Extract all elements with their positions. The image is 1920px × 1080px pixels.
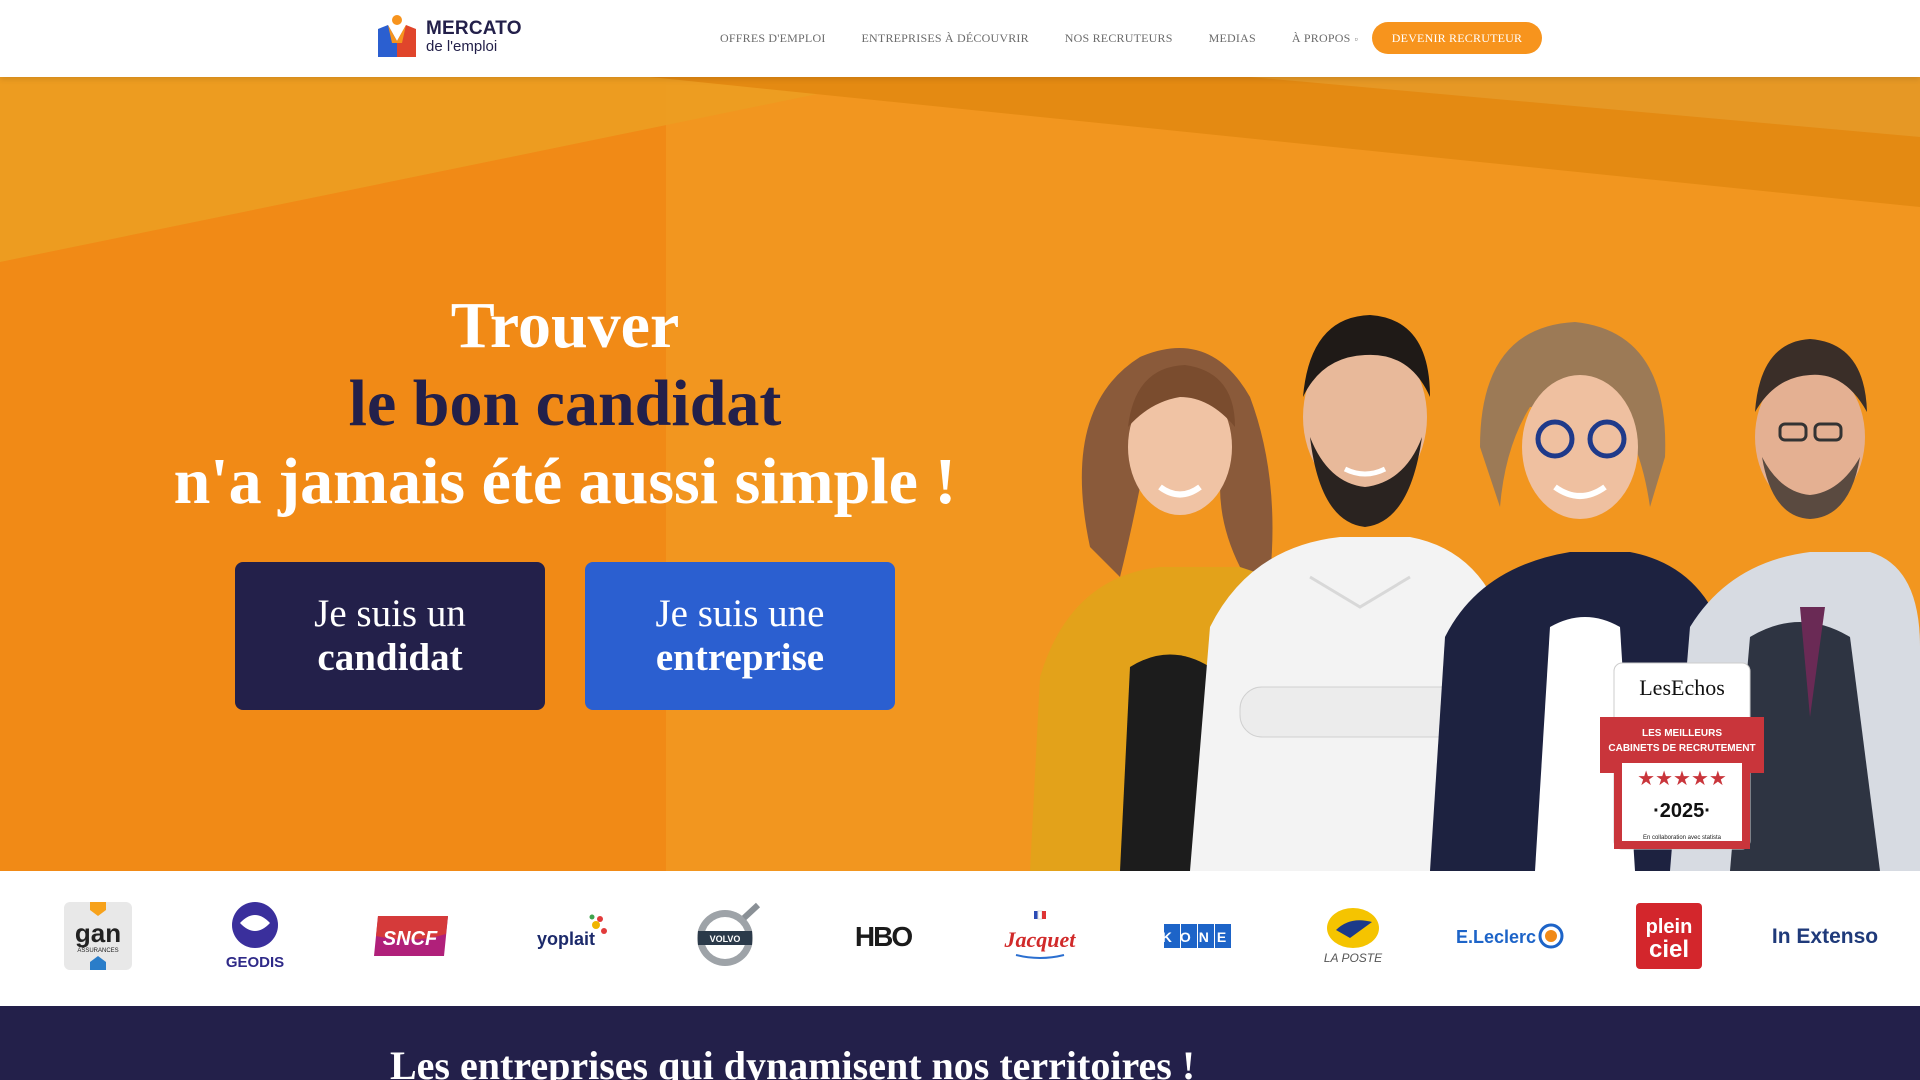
badge-stars-icon: ★★★★★ bbox=[1637, 766, 1727, 790]
become-recruiter-button[interactable]: DEVENIR RECRUTEUR bbox=[1372, 22, 1542, 54]
svg-text:ASSURANCES: ASSURANCES bbox=[77, 948, 118, 954]
partner-logo-jacquet[interactable]: Jacquet bbox=[1000, 901, 1080, 971]
hero-title-line2: le bon candidat bbox=[348, 367, 782, 440]
svg-text:E.Leclerc: E.Leclerc bbox=[1456, 927, 1536, 947]
logo-title: MERCATO bbox=[426, 17, 522, 39]
partner-logo-volvo[interactable]: VOLVO bbox=[692, 901, 762, 971]
nav-about[interactable]: À PROPOS ▫ bbox=[1292, 31, 1358, 46]
hero-title: Trouver le bon candidat n'a jamais été a… bbox=[120, 287, 1010, 521]
candidate-button[interactable]: Je suis un candidat bbox=[235, 562, 545, 710]
partner-logo-geodis[interactable]: GEODIS bbox=[218, 901, 292, 971]
partner-logo-hbo[interactable]: HBO bbox=[850, 901, 916, 971]
svg-text:LA POSTE: LA POSTE bbox=[1324, 951, 1383, 965]
partner-logo-plein-ciel[interactable]: plein ciel plein ciel bbox=[1636, 901, 1702, 971]
company-button[interactable]: Je suis une entreprise bbox=[585, 562, 895, 710]
territories-section: Les entreprises qui dynamisent nos terri… bbox=[0, 1006, 1920, 1080]
mercato-logo-icon bbox=[376, 13, 418, 59]
company-button-line2: entreprise bbox=[655, 636, 825, 679]
svg-text:In Extenso: In Extenso bbox=[1772, 925, 1878, 948]
svg-text:Jacquet: Jacquet bbox=[1004, 927, 1077, 952]
badge-line2: CABINETS DE RECRUTEMENT bbox=[1608, 743, 1755, 754]
nav-about-label: À PROPOS bbox=[1291, 31, 1351, 45]
company-button-line1: Je suis une bbox=[655, 592, 825, 635]
candidate-button-line1: Je suis un bbox=[314, 592, 466, 635]
partner-logo-kone[interactable]: KONE bbox=[1162, 901, 1234, 971]
logo-subtitle: de l'emploi bbox=[426, 37, 498, 55]
svg-text:ciel: ciel bbox=[1649, 936, 1689, 963]
svg-text:KONE: KONE bbox=[1162, 929, 1234, 945]
main-nav: OFFRES D'EMPLOI ENTREPRISES À DÉCOUVRIR … bbox=[720, 0, 1394, 77]
hero-title-line3: n'a jamais été aussi simple ! bbox=[173, 445, 957, 518]
site-logo[interactable]: MERCATO de l'emploi bbox=[376, 12, 522, 60]
svg-text:HBO: HBO bbox=[855, 921, 912, 951]
partner-logo-sncf[interactable]: SNCF bbox=[374, 901, 448, 971]
partner-logos-strip: gan ASSURANCES GEODIS SNCF yoplait VOLVO… bbox=[0, 871, 1920, 1006]
svg-text:VOLVO: VOLVO bbox=[710, 934, 741, 944]
candidate-button-line2: candidat bbox=[317, 636, 463, 679]
partner-logo-in-extenso[interactable]: In Extenso bbox=[1770, 901, 1880, 971]
partner-logo-eleclerc[interactable]: E.Leclerc bbox=[1456, 901, 1564, 971]
site-header: MERCATO de l'emploi OFFRES D'EMPLOI ENTR… bbox=[0, 0, 1920, 77]
svg-text:yoplait: yoplait bbox=[537, 929, 595, 949]
hero-title-line1: Trouver bbox=[450, 289, 680, 362]
les-echos-award-badge: LesEchos LES MEILLEURS CABINETS DE RECRU… bbox=[1600, 662, 1764, 850]
nav-recruiters[interactable]: NOS RECRUTEURS bbox=[1065, 31, 1173, 46]
svg-text:GEODIS: GEODIS bbox=[226, 954, 284, 971]
badge-line1: LES MEILLEURS bbox=[1642, 728, 1722, 739]
chevron-down-icon: ▫ bbox=[1354, 34, 1358, 44]
svg-text:SNCF: SNCF bbox=[383, 928, 438, 950]
partner-logo-la-poste[interactable]: LA POSTE bbox=[1316, 901, 1390, 971]
badge-year: ·2025· bbox=[1653, 800, 1711, 822]
recruiters-photo bbox=[1030, 315, 1920, 871]
partner-logo-gan[interactable]: gan ASSURANCES bbox=[64, 901, 132, 971]
nav-companies[interactable]: ENTREPRISES À DÉCOUVRIR bbox=[862, 31, 1029, 46]
badge-footer: En collaboration avec statista bbox=[1643, 835, 1722, 841]
territories-title: Les entreprises qui dynamisent nos terri… bbox=[390, 1043, 1196, 1080]
partner-logo-yoplait[interactable]: yoplait bbox=[530, 901, 610, 971]
svg-text:gan: gan bbox=[75, 918, 121, 948]
badge-brand: LesEchos bbox=[1639, 675, 1725, 700]
hero-section: Trouver le bon candidat n'a jamais été a… bbox=[0, 77, 1920, 871]
nav-medias[interactable]: MEDIAS bbox=[1209, 31, 1256, 46]
svg-text:plein: plein bbox=[1646, 916, 1693, 938]
nav-job-offers[interactable]: OFFRES D'EMPLOI bbox=[720, 31, 826, 46]
